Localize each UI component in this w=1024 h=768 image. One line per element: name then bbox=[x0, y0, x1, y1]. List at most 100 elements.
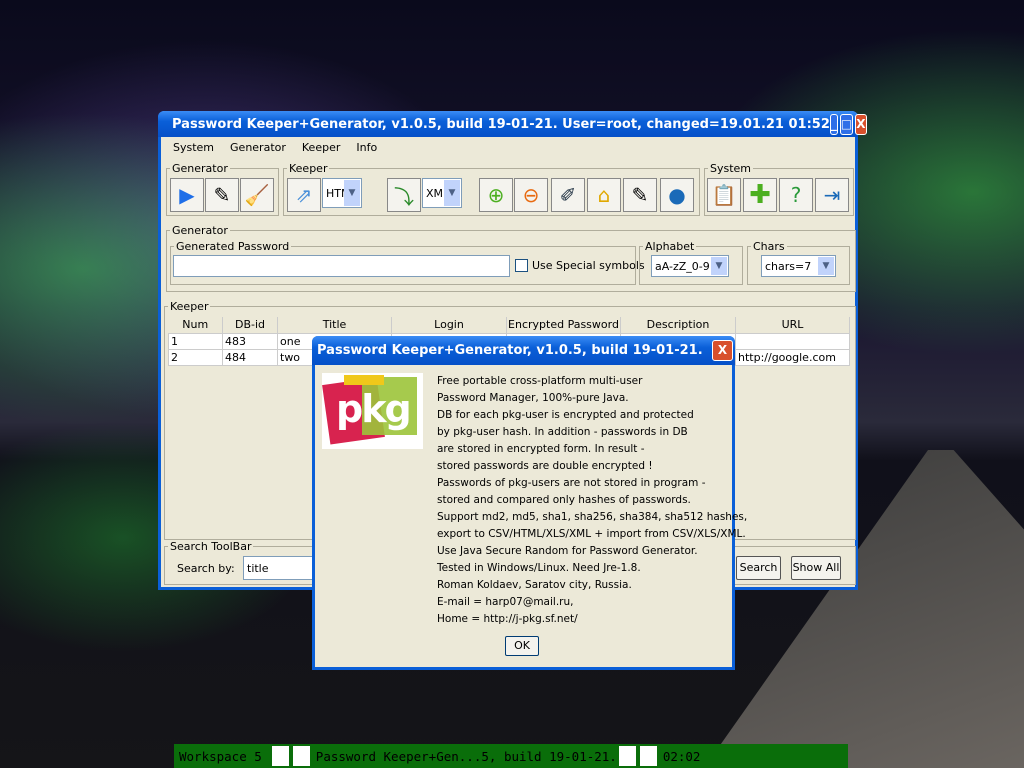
dialog-title-bar[interactable]: Password Keeper+Generator, v1.0.5, build… bbox=[312, 336, 735, 365]
export-format-select[interactable]: HTML ▼ bbox=[322, 178, 362, 208]
generated-password-input[interactable] bbox=[173, 255, 510, 277]
about-line: Password Manager, 100%-pure Java. bbox=[437, 392, 629, 404]
view-log-button[interactable]: 📋 bbox=[707, 178, 741, 212]
cell[interactable]: 483 bbox=[222, 332, 278, 350]
export-button[interactable]: ⇗ bbox=[287, 178, 321, 212]
group-label: Chars bbox=[753, 240, 785, 253]
menu-keeper[interactable]: Keeper bbox=[294, 141, 348, 154]
menu-system[interactable]: System bbox=[165, 141, 222, 154]
panel-label: Keeper bbox=[170, 300, 209, 313]
taskbar-square[interactable] bbox=[618, 746, 636, 766]
about-line: stored and compared only hashes of passw… bbox=[437, 494, 691, 506]
chars-select[interactable]: chars=7 ▼ bbox=[761, 255, 836, 277]
special-symbols-checkbox[interactable] bbox=[515, 259, 528, 272]
close-button[interactable]: X bbox=[855, 113, 867, 135]
delete-record-button[interactable]: ⊖ bbox=[514, 178, 548, 212]
about-line: export to CSV/HTML/XLS/XML + import from… bbox=[437, 528, 746, 540]
alphabet-select[interactable]: aA-zZ_0-9 ▼ bbox=[651, 255, 729, 277]
menu-info[interactable]: Info bbox=[348, 141, 385, 154]
copy-password-button[interactable]: ✎ bbox=[205, 178, 239, 212]
pkg-logo: pkg bbox=[322, 373, 423, 449]
chevron-down-icon: ▼ bbox=[818, 257, 834, 275]
column-header[interactable]: URL bbox=[735, 317, 850, 333]
add-record-button[interactable]: ⊕ bbox=[479, 178, 513, 212]
search-button[interactable]: Search bbox=[736, 556, 781, 580]
pen-icon: ✐ bbox=[559, 183, 577, 207]
menu-generator[interactable]: Generator bbox=[222, 141, 294, 154]
chevron-down-icon: ▼ bbox=[444, 180, 460, 206]
exit-button[interactable]: ⇥ bbox=[815, 178, 849, 212]
about-line: Tested in Windows/Linux. Need Jre-1.8. bbox=[437, 562, 641, 574]
column-header[interactable]: Title bbox=[277, 317, 392, 333]
clipboard-search-icon: 📋 bbox=[711, 183, 737, 207]
select-value: chars=7 bbox=[765, 259, 812, 273]
about-line: by pkg-user hash. In addition - password… bbox=[437, 426, 688, 438]
dialog-close-button[interactable]: X bbox=[712, 340, 733, 361]
dialog-title: Password Keeper+Generator, v1.0.5, build… bbox=[317, 343, 703, 358]
group-label: Keeper bbox=[289, 162, 328, 175]
clean-button[interactable]: ⌂ bbox=[587, 178, 621, 212]
cell[interactable]: 1 bbox=[168, 332, 223, 350]
help-icon: ? bbox=[790, 183, 802, 207]
generate-button[interactable]: ▶ bbox=[170, 178, 204, 212]
minimize-button[interactable]: _ bbox=[829, 113, 838, 135]
search-field-select[interactable]: title bbox=[243, 556, 313, 580]
workspace-label[interactable]: Workspace 5 bbox=[179, 749, 262, 764]
open-url-button[interactable]: ● bbox=[660, 178, 694, 212]
column-header[interactable]: Num bbox=[168, 317, 223, 333]
exit-door-icon: ⇥ bbox=[823, 183, 841, 207]
taskbar-square[interactable] bbox=[639, 746, 657, 766]
import-format-select[interactable]: XML ▼ bbox=[422, 178, 462, 208]
clear-button[interactable]: 🧹 bbox=[240, 178, 274, 212]
about-line: Use Java Secure Random for Password Gene… bbox=[437, 545, 698, 557]
select-value: aA-zZ_0-9 bbox=[655, 259, 710, 273]
taskbar-square[interactable] bbox=[271, 746, 289, 766]
about-line: Roman Koldaev, Saratov city, Russia. bbox=[437, 579, 632, 591]
help-button[interactable]: ? bbox=[779, 178, 813, 212]
add-user-button[interactable]: ✚ bbox=[743, 178, 777, 212]
export-icon: ⇗ bbox=[295, 183, 313, 207]
table-header: Num DB-id Title Login Encrypted Password… bbox=[168, 317, 850, 333]
group-label: Alphabet bbox=[645, 240, 695, 253]
show-all-button[interactable]: Show All bbox=[791, 556, 841, 580]
panel-label: Search ToolBar bbox=[170, 540, 252, 553]
special-symbols-label: Use Special symbols bbox=[532, 259, 645, 272]
plus-icon: ✚ bbox=[749, 180, 771, 210]
column-header[interactable]: Description bbox=[620, 317, 736, 333]
search-by-label: Search by: bbox=[177, 562, 235, 575]
panel-label: Generator bbox=[172, 224, 228, 237]
edit-record-button[interactable]: ✐ bbox=[551, 178, 585, 212]
edit-tray-icon: ✎ bbox=[631, 183, 649, 207]
title-bar[interactable]: Password Keeper+Generator, v1.0.5, build… bbox=[158, 111, 867, 137]
group-label: Generator bbox=[172, 162, 228, 175]
cell[interactable]: 2 bbox=[168, 348, 223, 366]
taskbar-task[interactable]: Password Keeper+Gen...5, build 19-01-21. bbox=[316, 749, 617, 764]
maximize-button[interactable]: □ bbox=[839, 113, 854, 135]
brush-icon: ⌂ bbox=[597, 183, 611, 207]
taskbar-square[interactable] bbox=[292, 746, 310, 766]
column-header[interactable]: DB-id bbox=[222, 317, 278, 333]
about-line: Support md2, md5, sha1, sha256, sha384, … bbox=[437, 511, 748, 523]
cell[interactable]: http://google.com bbox=[735, 348, 850, 366]
chevron-down-icon: ▼ bbox=[344, 180, 360, 206]
about-line: stored passwords are double encrypted ! bbox=[437, 460, 653, 472]
column-header[interactable]: Encrypted Password bbox=[506, 317, 621, 333]
chevron-down-icon: ▼ bbox=[711, 257, 727, 275]
about-dialog: Password Keeper+Generator, v1.0.5, build… bbox=[312, 336, 747, 670]
import-button[interactable]: ⤵ bbox=[387, 178, 421, 212]
ok-button[interactable]: OK bbox=[505, 636, 539, 656]
cell[interactable]: 484 bbox=[222, 348, 278, 366]
copy-button[interactable]: ✎ bbox=[623, 178, 657, 212]
plus-circle-icon: ⊕ bbox=[487, 183, 505, 207]
broom-icon: 🧹 bbox=[244, 183, 270, 207]
menu-bar: System Generator Keeper Info bbox=[161, 137, 855, 157]
select-value: title bbox=[247, 561, 269, 575]
column-header[interactable]: Login bbox=[391, 317, 507, 333]
edit-tray-icon: ✎ bbox=[213, 183, 231, 207]
about-line: Home = http://j-pkg.sf.net/ bbox=[437, 613, 578, 625]
cell[interactable] bbox=[735, 332, 850, 350]
group-label: System bbox=[710, 162, 752, 175]
about-line: Free portable cross-platform multi-user bbox=[437, 375, 643, 387]
minus-circle-icon: ⊖ bbox=[522, 183, 540, 207]
import-icon: ⤵ bbox=[394, 184, 414, 209]
